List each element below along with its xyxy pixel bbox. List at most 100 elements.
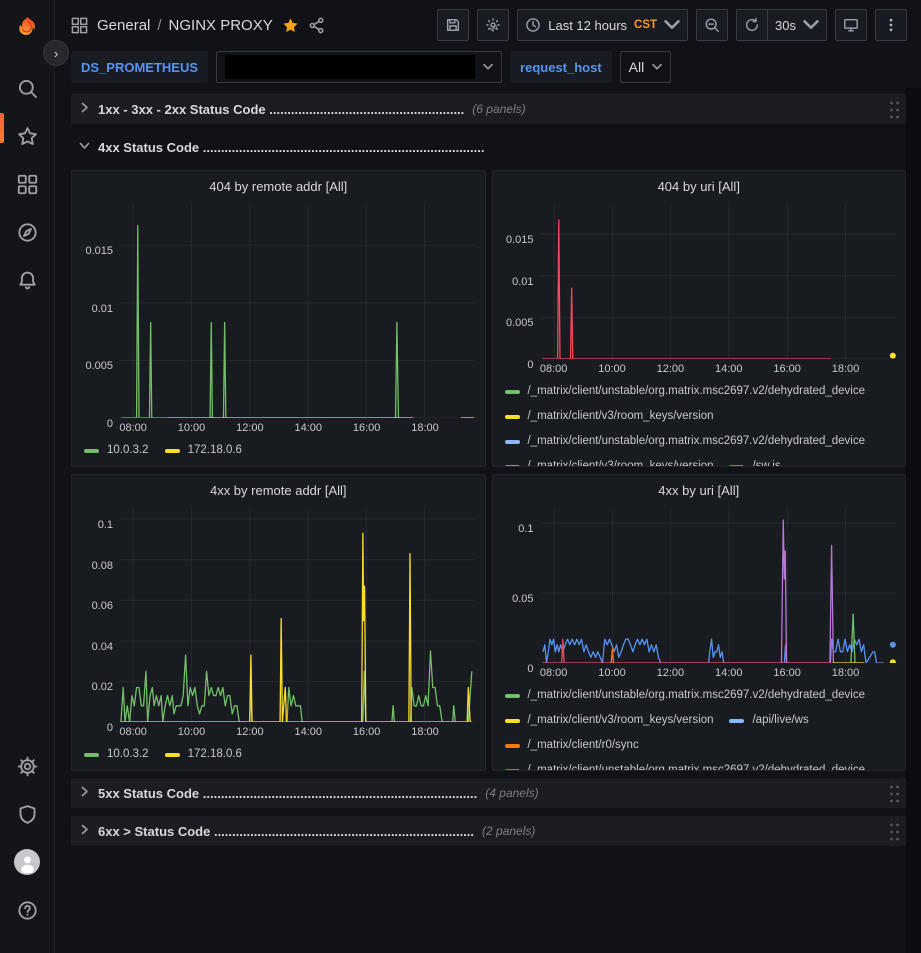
panel-title[interactable]: 404 by remote addr [All] xyxy=(80,175,477,199)
panel-title[interactable]: 4xx by uri [All] xyxy=(501,479,898,503)
refresh-icon xyxy=(744,17,760,33)
search-icon[interactable] xyxy=(8,69,46,107)
refresh-interval-dropdown[interactable]: 30s xyxy=(768,9,827,41)
legend-swatch xyxy=(505,440,520,444)
chart-plot[interactable] xyxy=(541,205,898,359)
panel-4xx-by-uri: 4xx by uri [All] 00.050.1 08:0010:0012:0… xyxy=(492,474,907,771)
x-tick-label: 08:00 xyxy=(540,363,568,375)
row-1xx-3xx-2xx[interactable]: 1xx - 3xx - 2xx Status Code ............… xyxy=(71,94,906,124)
row-title: 5xx Status Code ........................… xyxy=(98,786,477,801)
legend-item[interactable]: /_matrix/client/v3/room_keys/version xyxy=(505,708,714,733)
x-tick-label: 14:00 xyxy=(295,422,323,434)
profile-avatar[interactable] xyxy=(8,843,46,881)
time-series-chart[interactable] xyxy=(120,509,477,722)
more-options-button[interactable] xyxy=(875,9,907,41)
x-tick-label: 16:00 xyxy=(773,363,801,375)
y-axis-labels: 00.0050.010.015 xyxy=(80,205,120,418)
legend-label: /_matrix/client/unstable/org.matrix.msc2… xyxy=(528,683,866,708)
favorite-star-icon[interactable] xyxy=(282,17,299,34)
legend-swatch xyxy=(165,449,180,453)
x-tick-label: 12:00 xyxy=(657,667,685,679)
legend-item[interactable]: /sw.js xyxy=(729,454,780,466)
chart-plot[interactable] xyxy=(120,509,477,722)
legend-item[interactable]: 10.0.3.2 xyxy=(84,742,149,767)
chevron-down-icon xyxy=(803,17,819,33)
panel-title[interactable]: 4xx by remote addr [All] xyxy=(80,479,477,503)
time-series-chart[interactable] xyxy=(541,205,898,359)
kiosk-mode-button[interactable] xyxy=(835,9,867,41)
x-tick-label: 18:00 xyxy=(411,726,439,738)
template-variables-row: DS_PROMETHEUS request_host All xyxy=(55,46,921,88)
y-tick-label: 0.015 xyxy=(506,234,534,246)
x-tick-label: 14:00 xyxy=(295,726,323,738)
variable-value-label: All xyxy=(629,59,645,75)
dashboard-settings-button[interactable] xyxy=(477,9,509,41)
refresh-button[interactable] xyxy=(736,9,768,41)
variable-label-ds-prometheus[interactable]: DS_PROMETHEUS xyxy=(71,51,208,83)
chart-plot[interactable] xyxy=(541,509,898,663)
scrollbar-gutter[interactable] xyxy=(906,88,921,953)
x-tick-label: 16:00 xyxy=(353,726,381,738)
row-drag-handle[interactable] xyxy=(887,781,900,805)
legend-item[interactable]: /_matrix/client/unstable/org.matrix.msc2… xyxy=(505,758,866,770)
legend-item[interactable]: 10.0.3.2 xyxy=(84,438,149,463)
variable-label-request-host[interactable]: request_host xyxy=(510,51,612,83)
dashboards-icon[interactable] xyxy=(8,165,46,203)
legend-swatch xyxy=(505,719,520,723)
y-tick-label: 0 xyxy=(107,418,113,430)
zoom-out-button[interactable] xyxy=(696,9,728,41)
legend-item[interactable]: /api/live/ws xyxy=(729,708,808,733)
row-drag-handle[interactable] xyxy=(887,819,900,843)
chart-plot[interactable] xyxy=(120,205,477,418)
configuration-icon[interactable] xyxy=(8,747,46,785)
save-icon xyxy=(445,17,461,33)
legend-label: /api/live/ws xyxy=(752,708,808,733)
legend-item[interactable]: 172.18.0.6 xyxy=(165,438,242,463)
variable-value-request-host[interactable]: All xyxy=(620,51,672,83)
row-panel-count: (2 panels) xyxy=(482,824,535,838)
legend-swatch xyxy=(729,719,744,723)
chevron-right-icon xyxy=(79,100,90,118)
y-tick-label: 0.005 xyxy=(506,317,534,329)
row-4xx-status-code[interactable]: 4xx Status Code ........................… xyxy=(71,132,906,162)
share-icon[interactable] xyxy=(308,17,325,34)
row-6xx-status-code[interactable]: 6xx > Status Code ......................… xyxy=(71,816,906,846)
row-5xx-status-code[interactable]: 5xx Status Code ........................… xyxy=(71,778,906,808)
apps-icon xyxy=(71,17,88,34)
panel-legend: 10.0.3.2 172.18.0.6 xyxy=(80,437,477,466)
legend-item[interactable]: /_matrix/client/v3/room_keys/version xyxy=(505,454,714,466)
server-admin-icon[interactable] xyxy=(8,795,46,833)
help-icon[interactable] xyxy=(8,891,46,929)
time-series-chart[interactable] xyxy=(120,205,477,418)
grafana-logo[interactable] xyxy=(8,9,46,47)
legend-item[interactable]: /_matrix/client/unstable/org.matrix.msc2… xyxy=(505,683,866,708)
x-tick-label: 08:00 xyxy=(119,422,147,434)
legend-swatch xyxy=(165,753,180,757)
x-tick-label: 10:00 xyxy=(178,422,206,434)
time-range-picker[interactable]: Last 12 hours CST xyxy=(517,9,688,41)
legend-item[interactable]: /_matrix/client/r0/sync xyxy=(505,733,639,758)
time-series-chart[interactable] xyxy=(541,509,898,663)
starred-icon[interactable] xyxy=(8,117,46,155)
legend-item[interactable]: /_matrix/client/unstable/org.matrix.msc2… xyxy=(505,429,866,454)
legend-swatch xyxy=(84,449,99,453)
breadcrumb-dashboard[interactable]: NGINX PROXY xyxy=(169,17,273,34)
row-title: 4xx Status Code ........................… xyxy=(98,140,484,155)
legend-item[interactable]: 172.18.0.6 xyxy=(165,742,242,767)
save-dashboard-button[interactable] xyxy=(437,9,469,41)
kebab-icon xyxy=(883,17,899,33)
row-drag-handle[interactable] xyxy=(887,97,900,121)
legend-label: 10.0.3.2 xyxy=(107,438,149,463)
alerting-icon[interactable] xyxy=(8,261,46,299)
explore-icon[interactable] xyxy=(8,213,46,251)
sidebar-expand-arrow[interactable]: › xyxy=(43,40,69,66)
x-axis-labels: 08:0010:0012:0014:0016:0018:00 xyxy=(120,722,477,741)
breadcrumb-folder[interactable]: General xyxy=(97,17,150,34)
legend-item[interactable]: /_matrix/client/unstable/org.matrix.msc2… xyxy=(505,379,866,404)
legend-item[interactable]: /_matrix/client/v3/room_keys/version xyxy=(505,404,714,429)
variable-value-ds-prometheus[interactable] xyxy=(216,51,502,83)
active-nav-indicator xyxy=(0,113,4,143)
panel-title[interactable]: 404 by uri [All] xyxy=(501,175,898,199)
legend-label: /_matrix/client/unstable/org.matrix.msc2… xyxy=(528,379,866,404)
y-tick-label: 0 xyxy=(107,722,113,734)
